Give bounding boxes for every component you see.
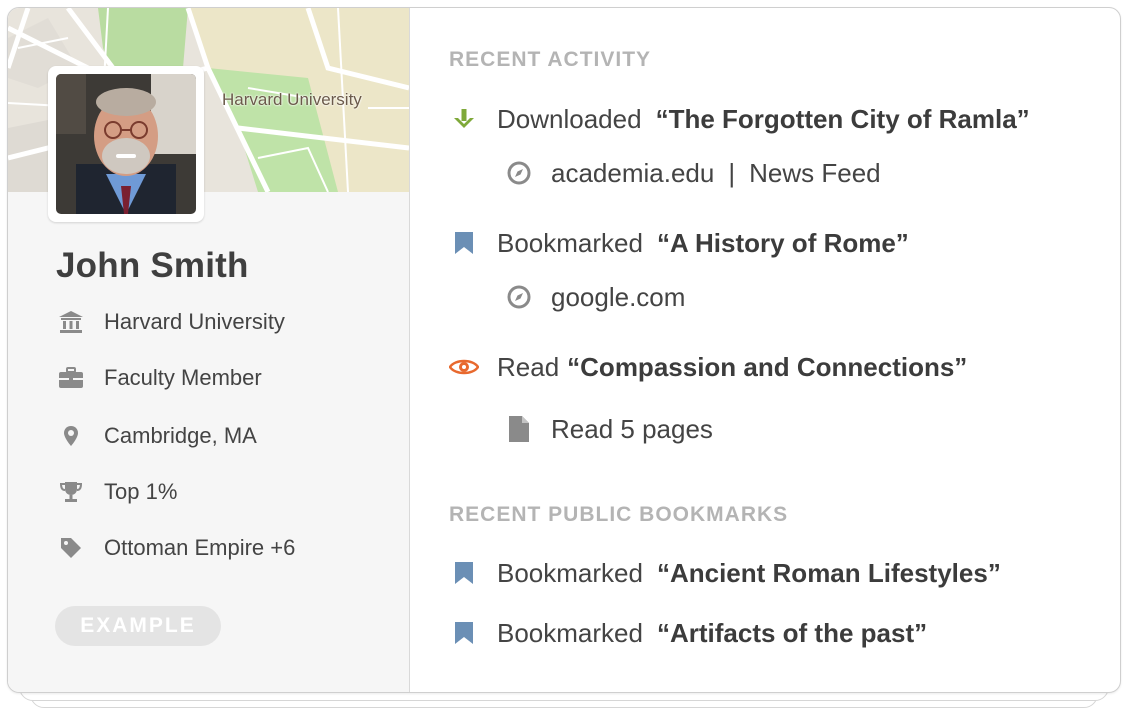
activity-source-text: google.com <box>551 281 686 312</box>
detail-institution[interactable]: Harvard University <box>56 307 285 337</box>
compass-icon <box>505 283 533 311</box>
detail-research-tags-text: Ottoman Empire +6 <box>104 535 296 560</box>
download-arrow-icon <box>449 104 479 134</box>
tag-icon <box>56 533 86 563</box>
activity-source-text: academia.edu <box>551 157 715 188</box>
example-badge: EXAMPLE <box>55 606 221 646</box>
briefcase-icon <box>56 363 86 393</box>
detail-rank-text: Top 1% <box>104 479 178 504</box>
eye-icon <box>449 352 479 382</box>
detail-position: Faculty Member <box>56 363 262 393</box>
public-bookmark-item[interactable]: Bookmarked “Artifacts of the past” <box>449 613 927 653</box>
avatar[interactable] <box>48 66 204 222</box>
detail-rank: Top 1% <box>56 477 177 507</box>
bookmark-icon <box>449 228 479 258</box>
map-label: Harvard University <box>222 90 362 109</box>
location-pin-icon <box>56 421 86 451</box>
activity-verb: Downloaded <box>497 103 642 134</box>
activity-read-detail-text: Read 5 pages <box>551 413 713 444</box>
bookmark-icon <box>449 558 479 588</box>
activity-source: google.com <box>505 279 685 315</box>
detail-position-text: Faculty Member <box>104 365 262 390</box>
profile-card: Harvard University John Smith Harvard Un… <box>7 7 1121 693</box>
profile-photo <box>56 74 196 214</box>
detail-research-tags[interactable]: Ottoman Empire +6 <box>56 533 295 563</box>
detail-institution-text: Harvard University <box>104 309 285 334</box>
profile-name[interactable]: John Smith <box>56 246 249 286</box>
compass-icon <box>505 159 533 187</box>
bookmark-title-link[interactable]: “Ancient Roman Lifestyles” <box>657 558 1001 589</box>
detail-location: Cambridge, MA <box>56 421 257 451</box>
activity-title-link[interactable]: “Compassion and Connections” <box>567 352 967 383</box>
bookmark-icon <box>449 618 479 648</box>
trophy-icon <box>56 477 86 507</box>
bookmark-title-link[interactable]: “Artifacts of the past” <box>657 618 927 649</box>
activity-source-extra: News Feed <box>749 157 881 188</box>
activity-read-detail: Read 5 pages <box>505 411 713 447</box>
bookmark-verb: Bookmarked <box>497 557 643 588</box>
activity-title-link[interactable]: “A History of Rome” <box>657 228 909 259</box>
institution-icon <box>56 307 86 337</box>
profile-panel: Harvard University John Smith Harvard Un… <box>8 8 410 692</box>
source-separator: | <box>728 157 736 188</box>
recent-activity-heading: RECENT ACTIVITY <box>449 48 652 71</box>
activity-verb: Bookmarked <box>497 227 643 258</box>
activity-item-download[interactable]: Downloaded “The Forgotten City of Ramla” <box>449 99 1030 139</box>
public-bookmarks-heading: RECENT PUBLIC BOOKMARKS <box>449 503 789 526</box>
document-icon <box>505 415 533 443</box>
activity-item-bookmark[interactable]: Bookmarked “A History of Rome” <box>449 223 909 263</box>
detail-location-text: Cambridge, MA <box>104 423 257 448</box>
activity-title-link[interactable]: “The Forgotten City of Ramla” <box>656 104 1030 135</box>
bookmark-verb: Bookmarked <box>497 617 643 648</box>
activity-source: academia.edu | News Feed <box>505 155 881 191</box>
activity-verb: Read <box>497 351 560 382</box>
activity-panel: RECENT ACTIVITY Downloaded “The Forgotte… <box>410 8 1120 692</box>
public-bookmark-item[interactable]: Bookmarked “Ancient Roman Lifestyles” <box>449 553 1001 593</box>
activity-item-read[interactable]: Read “Compassion and Connections” <box>449 347 967 387</box>
